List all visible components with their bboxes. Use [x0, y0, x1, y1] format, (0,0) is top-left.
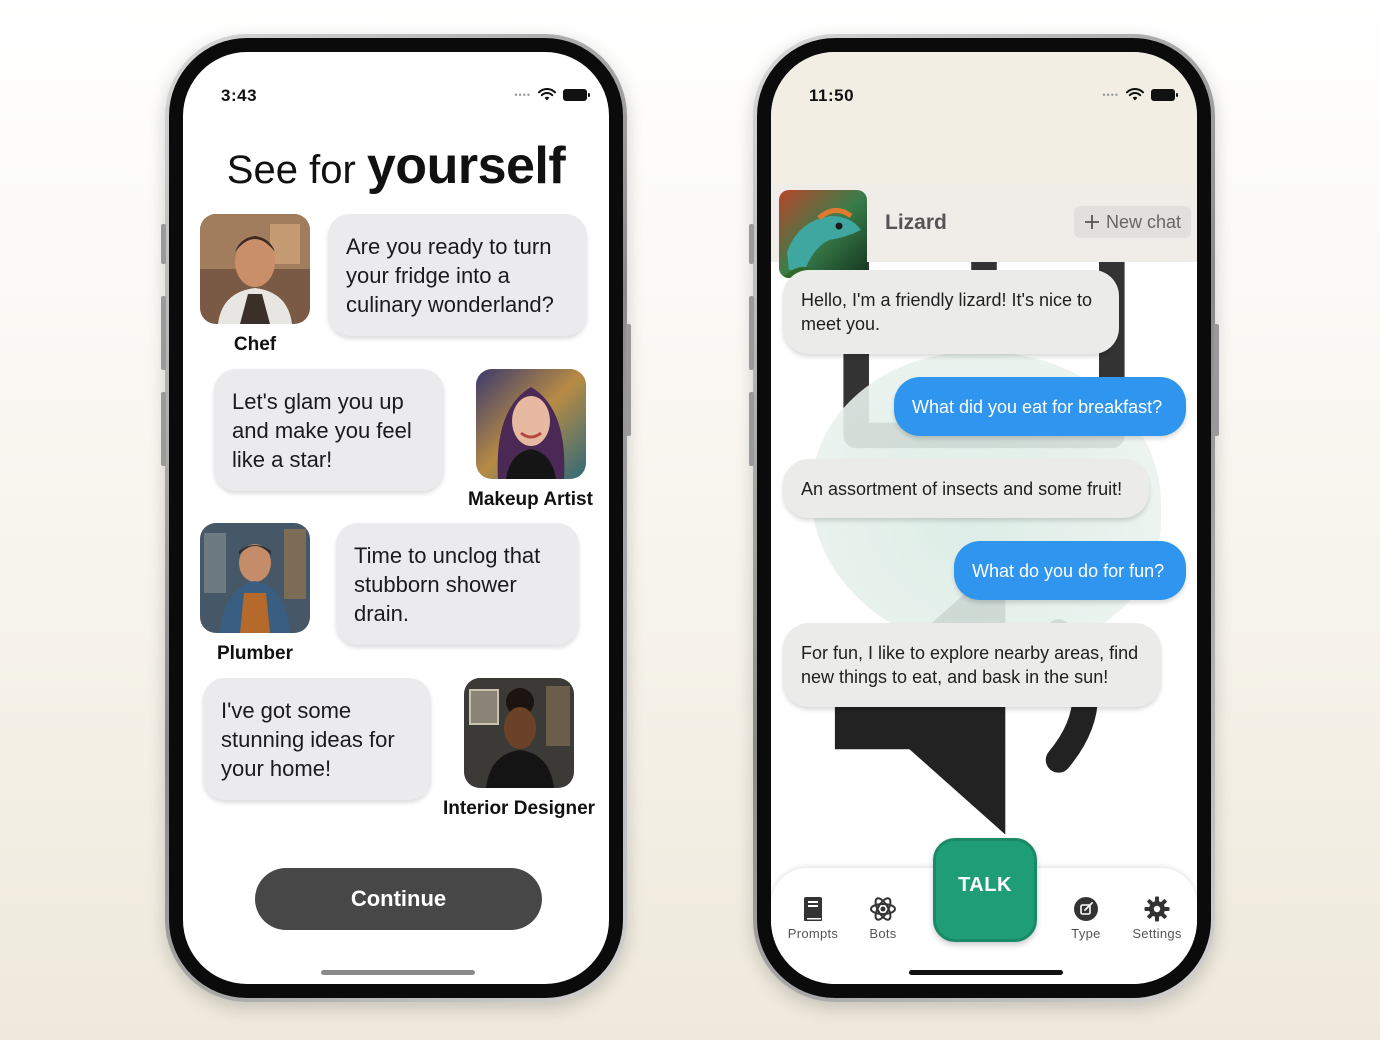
silent-switch — [749, 224, 754, 264]
plus-icon — [1084, 215, 1099, 229]
silent-switch — [161, 224, 166, 264]
chef-bubble: Are you ready to turn your fridge into a… — [328, 214, 587, 336]
signal-icon: •••• — [1102, 89, 1119, 100]
talk-button[interactable]: TALK — [933, 838, 1037, 942]
interior-designer-bubble: I've got some stunning ideas for your ho… — [203, 678, 431, 800]
battery-icon — [1151, 88, 1178, 101]
title-light: See for — [226, 148, 356, 192]
chef-avatar — [200, 214, 310, 324]
tab-settings[interactable]: Settings — [1121, 894, 1193, 941]
power-button — [626, 324, 631, 436]
volume-down-button — [749, 392, 754, 466]
chef-name: Chef — [233, 334, 277, 355]
wifi-icon — [538, 88, 556, 101]
home-indicator[interactable] — [909, 970, 1063, 975]
new-chat-label: New chat — [1105, 211, 1182, 232]
makeup-artist-name: Makeup Artist — [468, 489, 593, 510]
title-bold: yourself — [366, 137, 566, 195]
plumber-bubble: Time to unclog that stubborn shower drai… — [336, 523, 579, 645]
bot-message: An assortment of insects and some fruit! — [783, 459, 1149, 518]
continue-button[interactable]: Continue — [255, 868, 542, 930]
lizard-avatar[interactable] — [779, 190, 867, 278]
makeup-artist-bubble: Let's glam you up and make you feel like… — [214, 369, 444, 491]
gear-icon — [1144, 896, 1170, 922]
tab-prompts[interactable]: Prompts — [777, 894, 849, 941]
compose-icon — [1074, 897, 1098, 921]
plumber-name: Plumber — [216, 643, 294, 664]
chat-screen: 11:50 •••• Lizard New chat Hello, I'm a … — [771, 52, 1197, 984]
tab-settings-label: Settings — [1132, 926, 1182, 941]
bot-message: Hello, I'm a friendly lizard! It's nice … — [783, 270, 1119, 354]
tab-type-label: Type — [1071, 926, 1101, 941]
tab-bots-label: Bots — [869, 926, 897, 941]
battery-icon — [563, 88, 590, 101]
plumber-avatar — [200, 523, 310, 633]
volume-up-button — [161, 296, 166, 370]
status-time: 3:43 — [221, 86, 258, 105]
power-button — [1214, 324, 1219, 436]
phone-chat: 11:50 •••• Lizard New chat Hello, I'm a … — [753, 34, 1215, 1002]
volume-down-button — [161, 392, 166, 466]
interior-designer-avatar — [464, 678, 574, 788]
page-title: See for yourself — [183, 136, 609, 196]
user-message: What did you eat for breakfast? — [894, 377, 1186, 436]
phone-onboarding: 3:43 •••• See for yourself Chef Are you … — [165, 34, 627, 1002]
wifi-icon — [1126, 88, 1144, 101]
bot-message: For fun, I like to explore nearby areas,… — [783, 623, 1161, 707]
tab-prompts-label: Prompts — [787, 926, 839, 941]
status-bar: 11:50 •••• — [771, 52, 1197, 112]
status-bar: 3:43 •••• — [183, 52, 609, 112]
interior-designer-name: Interior Designer — [443, 798, 596, 819]
atom-icon — [870, 897, 896, 921]
bot-name: Lizard — [885, 211, 947, 234]
book-icon — [804, 897, 822, 921]
new-chat-button[interactable]: New chat — [1074, 206, 1191, 238]
status-time: 11:50 — [809, 86, 855, 105]
user-message: What do you do for fun? — [954, 541, 1186, 600]
tab-type[interactable]: Type — [1050, 894, 1122, 941]
home-indicator[interactable] — [321, 970, 475, 975]
onboarding-screen: 3:43 •••• See for yourself Chef Are you … — [183, 52, 609, 984]
makeup-artist-avatar — [476, 369, 586, 479]
signal-icon: •••• — [514, 89, 531, 100]
tab-bots[interactable]: Bots — [847, 894, 919, 941]
volume-up-button — [749, 296, 754, 370]
